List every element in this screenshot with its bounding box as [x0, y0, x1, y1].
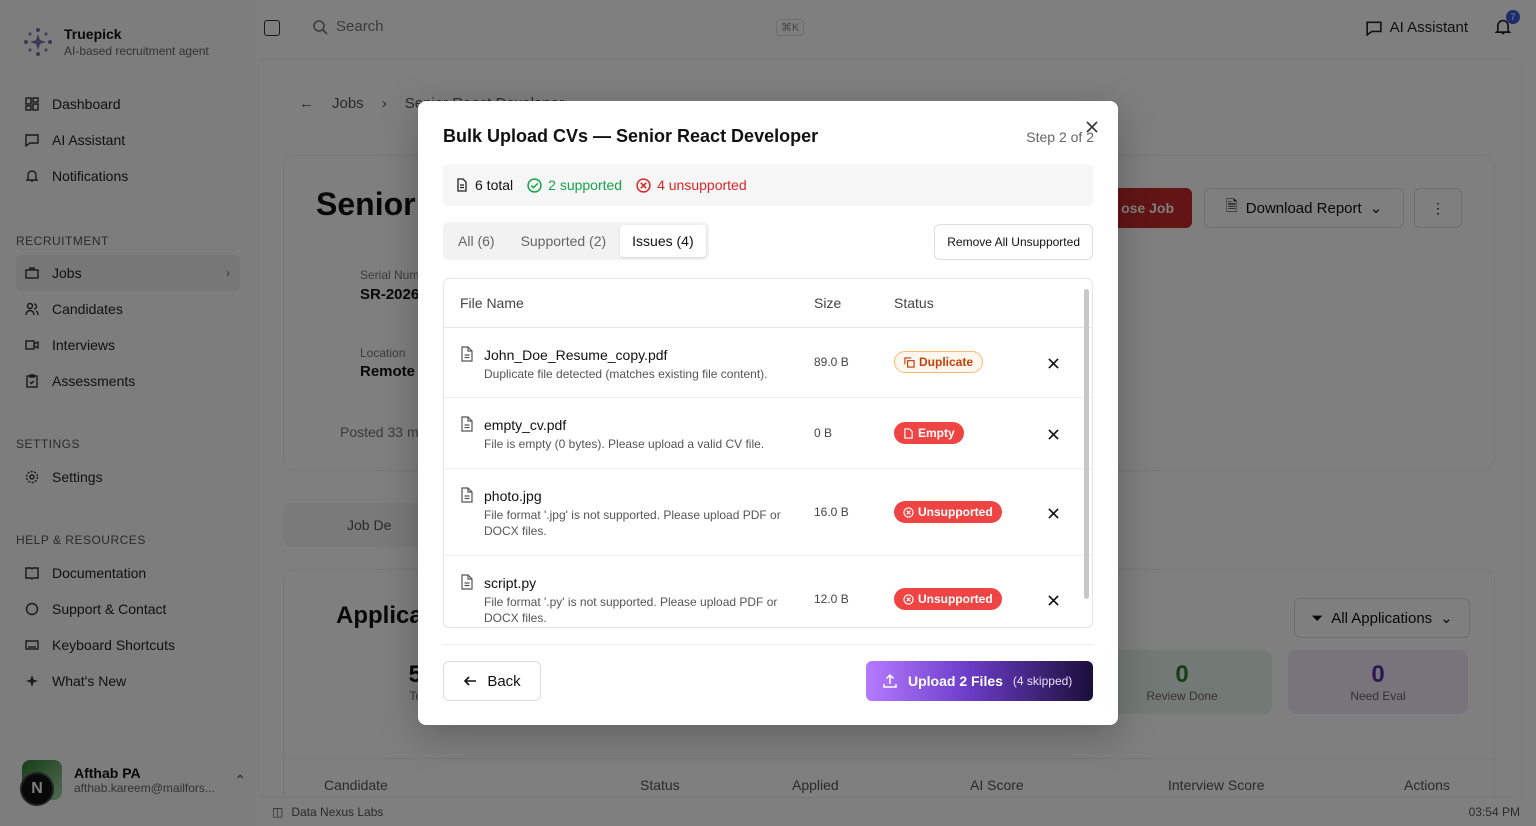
table-row: empty_cv.pdf File is empty (0 bytes). Pl… [444, 398, 1092, 469]
check-circle-icon [527, 177, 542, 193]
summary-unsupported: 4 unsupported [636, 177, 747, 193]
file-icon [460, 574, 474, 593]
remove-file-button[interactable] [1046, 427, 1060, 441]
file-size: 0 B [814, 426, 833, 440]
status-text: Unsupported [918, 592, 993, 606]
tab-supported[interactable]: Supported (2) [509, 225, 619, 257]
close-icon [1047, 507, 1059, 519]
file-icon [457, 178, 467, 192]
arrow-left-icon [464, 676, 477, 686]
file-name: script.py [484, 575, 537, 591]
tab-issues[interactable]: Issues (4) [620, 225, 706, 257]
close-icon [1086, 121, 1098, 133]
close-button[interactable] [1084, 119, 1100, 135]
file-icon [904, 427, 913, 439]
close-icon [1047, 428, 1059, 440]
table-row: John_Doe_Resume_copy.pdf Duplicate file … [444, 328, 1092, 398]
file-icon [460, 487, 474, 506]
x-circle-icon [903, 593, 914, 605]
file-size: 89.0 B [814, 355, 849, 369]
close-icon [1047, 357, 1059, 369]
footer-divider [443, 644, 1093, 645]
upload-files-button[interactable]: Upload 2 Files (4 skipped) [866, 661, 1093, 701]
upload-summary: 6 total 2 supported 4 unsupported [443, 164, 1093, 206]
file-size: 12.0 B [814, 592, 849, 606]
status-badge: Unsupported [894, 501, 1002, 523]
copy-icon [904, 356, 915, 368]
upload-label: Upload 2 Files [908, 673, 1003, 689]
files-table: File Name Size Status John_Doe_Resume_co… [443, 278, 1093, 628]
remove-file-button[interactable] [1046, 593, 1060, 607]
status-text: Empty [918, 426, 955, 440]
file-name: photo.jpg [484, 488, 542, 504]
file-name: John_Doe_Resume_copy.pdf [484, 347, 668, 363]
file-filter-tabs: All (6) Supported (2) Issues (4) [443, 222, 709, 260]
x-circle-icon [636, 177, 651, 193]
file-description: File format '.jpg' is not supported. Ple… [484, 508, 781, 538]
summary-unsupported-text: 4 unsupported [657, 177, 747, 193]
x-circle-icon [903, 506, 914, 518]
tab-all[interactable]: All (6) [446, 225, 507, 257]
file-name: empty_cv.pdf [484, 417, 567, 433]
dialog-title: Bulk Upload CVs — Senior React Developer [443, 126, 819, 146]
close-icon [1047, 594, 1059, 606]
remove-all-unsupported-button[interactable]: Remove All Unsupported [934, 224, 1093, 260]
file-description: File format '.py' is not supported. Plea… [484, 595, 778, 625]
back-button[interactable]: Back [443, 661, 541, 701]
remove-file-button[interactable] [1046, 506, 1060, 520]
file-description: File is empty (0 bytes). Please upload a… [484, 437, 765, 451]
summary-supported-text: 2 supported [548, 177, 623, 193]
status-text: Duplicate [919, 355, 974, 369]
file-icon [460, 416, 474, 435]
summary-total-text: 6 total [475, 177, 514, 193]
col-status: Status [894, 295, 934, 311]
status-badge: Unsupported [894, 588, 1002, 610]
upload-skipped: (4 skipped) [1012, 674, 1073, 688]
file-description: Duplicate file detected (matches existin… [484, 367, 768, 381]
file-icon [460, 346, 474, 365]
table-row: photo.jpg File format '.jpg' is not supp… [444, 469, 1092, 556]
col-size: Size [814, 295, 842, 311]
bulk-upload-dialog: Bulk Upload CVs — Senior React Developer… [418, 101, 1118, 725]
upload-icon [883, 673, 897, 688]
summary-total: 6 total [455, 177, 513, 193]
files-table-header: File Name Size Status [444, 279, 1092, 328]
status-badge: Empty [894, 422, 964, 444]
file-size: 16.0 B [814, 505, 849, 519]
status-badge: Duplicate [894, 351, 984, 373]
status-text: Unsupported [918, 505, 993, 519]
table-scrollbar[interactable] [1084, 289, 1089, 599]
back-label: Back [487, 672, 521, 690]
remove-file-button[interactable] [1046, 356, 1060, 370]
col-file-name: File Name [460, 295, 524, 311]
summary-supported: 2 supported [527, 177, 622, 193]
table-row: script.py File format '.py' is not suppo… [444, 556, 1092, 627]
